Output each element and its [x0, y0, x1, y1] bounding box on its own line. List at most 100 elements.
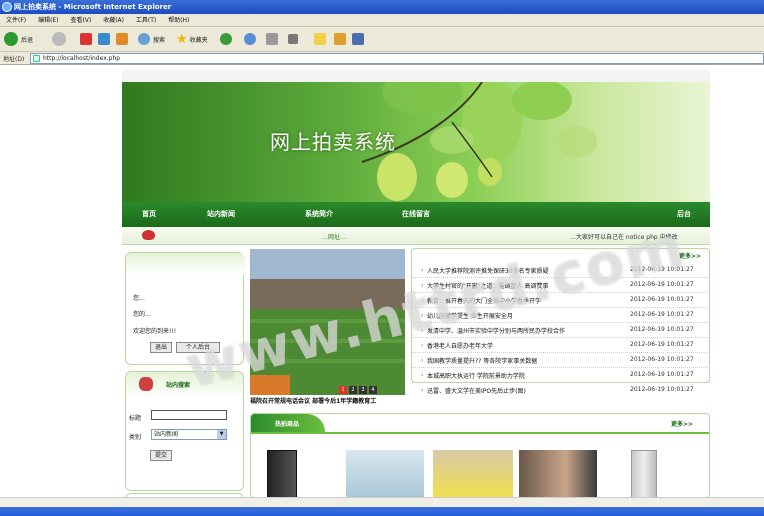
news-item[interactable]: › 迅雷、盛大文学在美IPO先后止步(图) 2012-06-19 10:01:27 — [412, 383, 710, 398]
menu-view[interactable]: 查看(V) — [70, 14, 91, 27]
nav-news[interactable]: 站内新闻 — [207, 209, 235, 219]
address-bar: 地址(D) http://localhost/index.php — [0, 52, 764, 65]
ie-logo-icon — [2, 2, 12, 12]
news-item[interactable]: › 大学生村官的"开窗"之道：能调整人 高调赞事 2012-06-19 10:01:… — [412, 278, 710, 293]
menu-favorites[interactable]: 收藏(A) — [103, 14, 124, 27]
back-button[interactable]: 后退 — [4, 31, 33, 47]
category-select[interactable]: 站内新闻 ▼ — [151, 429, 227, 440]
logout-button[interactable]: 退出 — [150, 342, 172, 353]
news-title[interactable]: 我国教学质量提升?? 等各院学家事关数据 — [427, 356, 537, 365]
news-item[interactable]: › 香港老人自愿办老年大学 2012-06-19 10:01:27 — [412, 338, 710, 353]
mail-icon — [244, 33, 256, 45]
horizontal-scrollbar[interactable] — [0, 497, 764, 507]
slide-page-3[interactable]: 3 — [359, 386, 367, 394]
banner-title: 网上拍卖系统 — [270, 130, 396, 154]
print-button[interactable] — [266, 31, 278, 47]
news-title[interactable]: 幼儿园童学提生 师生开展安全月 — [427, 311, 513, 320]
hot-items-bar — [251, 432, 709, 434]
bullet-icon: › — [421, 387, 424, 394]
news-item[interactable]: › 人民大学推荐院测评推免保研30多名专家质疑 2012-06-19 10:01:2… — [412, 263, 710, 278]
slideshow-caption[interactable]: 福院召开常规电话会议 部署今后1年学籍教育工 — [250, 396, 376, 405]
news-title[interactable]: 发清中学、温州市实验中学分别与两所民办学校合作 — [427, 326, 565, 335]
welcome-text: 欢迎您的到来!!! — [133, 328, 177, 335]
menu-edit[interactable]: 编辑(E) — [38, 14, 58, 27]
nav-about[interactable]: 系统简介 — [305, 209, 333, 219]
news-title[interactable]: 香港老人自愿办老年大学 — [427, 341, 493, 350]
menu-help[interactable]: 帮助(H) — [168, 14, 189, 27]
forward-button[interactable] — [52, 31, 66, 47]
discuss-button[interactable] — [314, 31, 326, 47]
news-date: 2012-06-19 10:01:27 — [630, 296, 694, 303]
news-title[interactable]: 本城高职大执运行 学院前景助力学院 — [427, 371, 525, 380]
news-title[interactable]: 人民大学推荐院测评推免保研30多名专家质疑 — [427, 266, 549, 275]
menu-tools[interactable]: 工具(T) — [136, 14, 156, 27]
notice-text: …网址… — [322, 234, 347, 241]
search-button[interactable]: 搜索 — [138, 31, 165, 47]
news-title[interactable]: 教育：推开春天的大门全县中小学春季开学 — [427, 296, 541, 305]
slide-page-1[interactable]: 1 — [339, 386, 347, 394]
category-value: 站内新闻 — [154, 431, 179, 438]
bullet-icon: › — [421, 342, 424, 349]
product-book[interactable] — [519, 450, 597, 497]
product-image — [631, 450, 657, 497]
home-icon — [116, 33, 128, 45]
vine-decoration — [126, 253, 245, 275]
refresh-button[interactable] — [98, 31, 110, 47]
news-title[interactable]: 大学生村官的"开窗"之道：能调整人 高调赞事 — [427, 281, 548, 290]
nav-admin[interactable]: 后台 — [677, 209, 691, 219]
hot-items-more-link[interactable]: 更多>> — [671, 419, 693, 428]
edit-button[interactable] — [288, 31, 298, 47]
bullet-icon: › — [421, 357, 424, 364]
title-bar: 网上拍卖系统 - Microsoft Internet Explorer — [0, 0, 764, 14]
title-label: 标题 — [129, 415, 142, 422]
product-server[interactable] — [267, 450, 299, 497]
favorites-button[interactable]: ★ 收藏夹 — [176, 31, 208, 47]
product-tshirt[interactable] — [433, 450, 513, 497]
news-date: 2012-06-19 10:01:27 — [630, 266, 694, 273]
home-button[interactable] — [116, 31, 128, 47]
messenger-icon — [334, 33, 346, 45]
forward-arrow-icon — [52, 32, 66, 46]
hot-items-panel: 热拍商品 更多>> — [250, 413, 710, 497]
slideshow-image[interactable]: 1 2 3 4 — [250, 249, 405, 395]
bullet-icon: › — [421, 312, 424, 319]
news-date: 2012-06-19 10:01:27 — [630, 326, 694, 333]
hot-items-title: 热拍商品 — [275, 421, 300, 428]
news-date: 2012-06-19 10:01:27 — [630, 281, 694, 288]
menu-file[interactable]: 文件(F) — [6, 14, 26, 27]
title-input[interactable] — [151, 410, 227, 420]
print-icon — [266, 33, 278, 45]
news-item[interactable]: › 教育：推开春天的大门全县中小学春季开学 2012-06-19 10:01:27 — [412, 293, 710, 308]
news-item[interactable]: › 发清中学、温州市实验中学分别与两所民办学校合作 2012-06-19 10:01… — [412, 323, 710, 338]
stop-icon — [80, 33, 92, 45]
website: 网上拍卖系统 首页 站内新闻 系统简介 在线留言 后台 …网址… …大家好可以自… — [122, 65, 710, 497]
news-item[interactable]: › 我国教学质量提升?? 等各院学家事关数据 2012-06-19 10:01:27 — [412, 353, 710, 368]
messenger-button[interactable] — [334, 31, 346, 47]
address-input[interactable]: http://localhost/index.php — [30, 53, 764, 64]
news-title[interactable]: 迅雷、盛大文学在美IPO先后止步(图) — [427, 386, 526, 395]
product-image — [519, 450, 597, 497]
mail-button[interactable] — [244, 31, 256, 47]
bullet-icon: › — [421, 267, 424, 274]
product-image — [433, 450, 513, 497]
product-bathtub[interactable] — [346, 450, 424, 497]
slide-pager: 1 2 3 4 — [339, 386, 377, 394]
category-label: 类别 — [129, 434, 142, 441]
research-button[interactable] — [352, 31, 364, 47]
product-fridge[interactable] — [631, 450, 657, 497]
nav-home[interactable]: 首页 — [142, 209, 156, 219]
news-item[interactable]: › 本城高职大执运行 学院前景助力学院 2012-06-19 10:01:27 — [412, 368, 710, 383]
news-item[interactable]: › 幼儿园童学提生 师生开展安全月 2012-06-19 10:01:27 — [412, 308, 710, 323]
stop-button[interactable] — [80, 31, 92, 47]
hot-items-tab: 热拍商品 — [251, 414, 325, 432]
slide-page-2[interactable]: 2 — [349, 386, 357, 394]
nav-guestbook[interactable]: 在线留言 — [402, 209, 430, 219]
login-line-1: 您… — [133, 295, 146, 302]
submit-button[interactable]: 提交 — [150, 450, 172, 461]
news-date: 2012-06-19 10:01:27 — [630, 371, 694, 378]
login-line-2: 您的… — [133, 311, 152, 318]
personal-backend-button[interactable]: 个人后台 — [176, 342, 220, 353]
back-arrow-icon — [4, 32, 18, 46]
slide-page-4[interactable]: 4 — [369, 386, 377, 394]
history-button[interactable] — [220, 31, 232, 47]
